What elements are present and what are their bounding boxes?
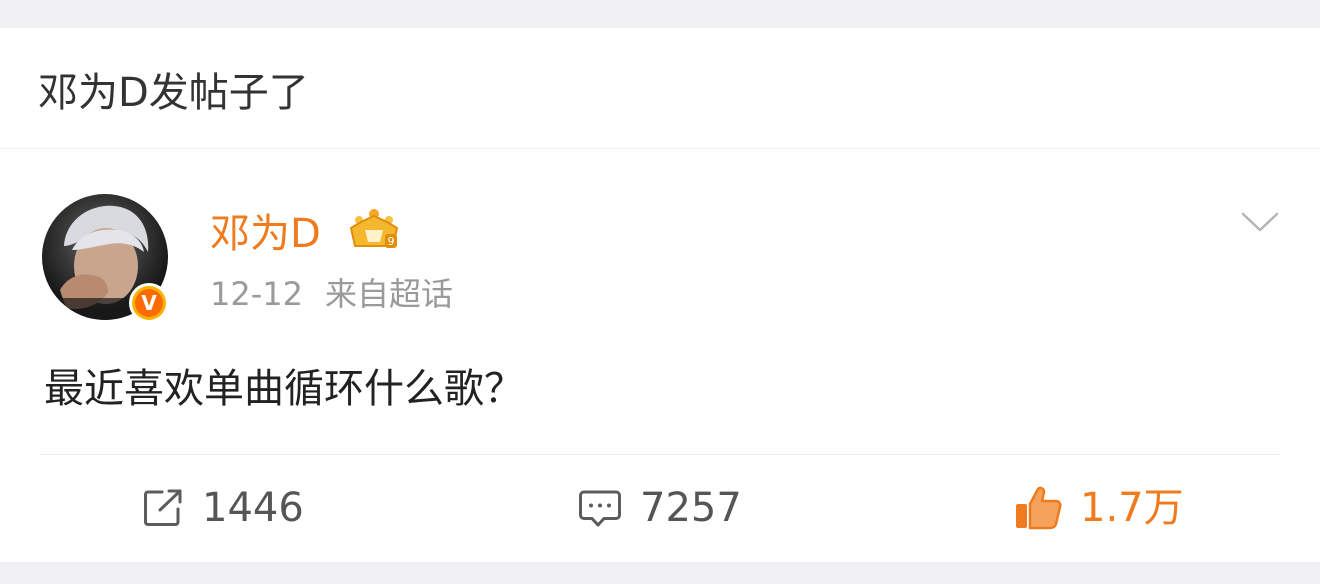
thumbs-up-icon <box>1016 486 1062 530</box>
page-header: 邓为D发帖子了 <box>0 28 1320 149</box>
verified-badge: V <box>129 283 169 323</box>
author-name[interactable]: 邓为D <box>210 208 321 260</box>
comment-button[interactable]: 7257 <box>578 484 742 532</box>
svg-text:9: 9 <box>388 235 395 248</box>
repost-icon <box>144 489 182 526</box>
comment-icon <box>579 490 621 527</box>
page-title: 邓为D发帖子了 <box>38 70 309 116</box>
crown-icon[interactable]: 9 <box>345 208 403 254</box>
post-meta: 12-12 来自超话 <box>210 274 453 314</box>
divider <box>40 454 1280 455</box>
comment-count: 7257 <box>640 485 742 531</box>
chevron-down-icon[interactable] <box>1240 210 1280 234</box>
repost-button[interactable]: 1446 <box>142 484 304 532</box>
repost-count: 1446 <box>202 485 304 531</box>
post-text[interactable]: 最近喜欢单曲循环什么歌？ <box>44 362 524 416</box>
post-date: 12-12 <box>210 275 303 313</box>
verified-badge-label: V <box>135 289 163 317</box>
like-count: 1.7万 <box>1080 485 1184 531</box>
post-source[interactable]: 来自超话 <box>325 275 453 313</box>
post-card: 邓为D发帖子了 V 邓为D 9 12-12 来自超话 最近喜欢单曲循环什么歌？ … <box>0 28 1320 562</box>
like-button[interactable]: 1.7万 <box>1014 484 1184 532</box>
